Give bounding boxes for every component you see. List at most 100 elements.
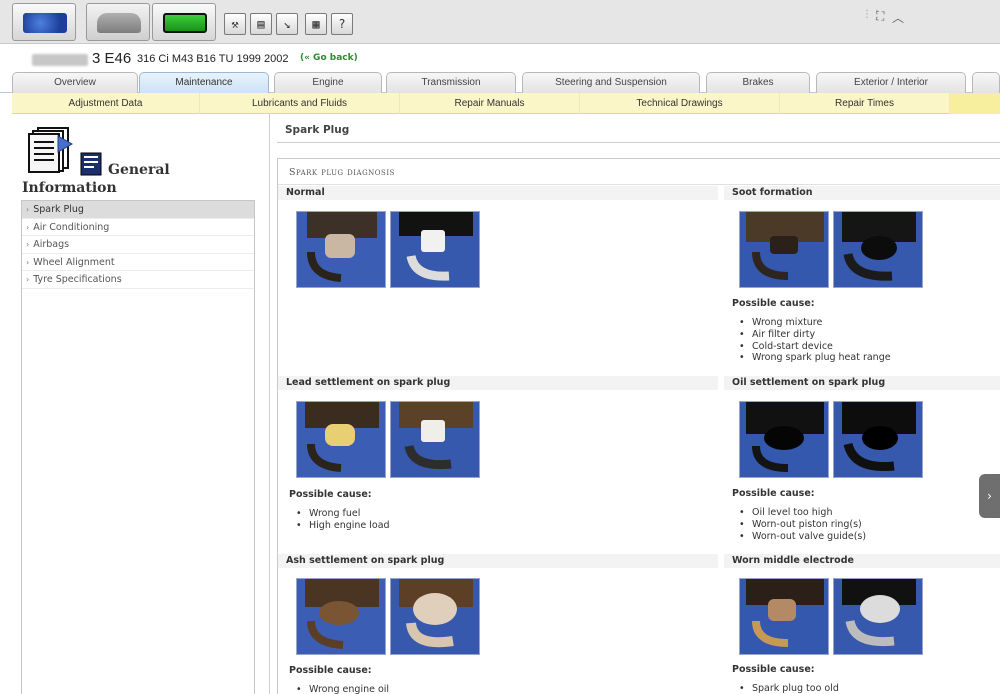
- section-title-ash: Ash settlement on spark plug: [278, 554, 718, 568]
- cause-item: Oil level too high: [737, 507, 866, 519]
- spark-plug-photo: [390, 211, 480, 288]
- topic-tyre-specifications[interactable]: › Tyre Specifications: [22, 271, 254, 289]
- cause-list-oil: Oil level too high Worn-out piston ring(…: [737, 507, 866, 542]
- section-title-oil: Oil settlement on spark plug: [724, 376, 1000, 390]
- module-car-button[interactable]: [86, 3, 150, 41]
- spark-plug-photo: [833, 211, 923, 288]
- chevron-right-icon: ›: [26, 222, 30, 232]
- go-back-link[interactable]: (« Go back): [300, 53, 358, 63]
- sidebar-heading: General: [108, 162, 170, 178]
- cause-item: Worn-out valve guide(s): [737, 531, 866, 543]
- tools-button[interactable]: ⚒: [224, 13, 246, 35]
- spark-plug-photo: [296, 578, 386, 655]
- cause-item: Wrong mixture: [737, 317, 891, 329]
- tab-maintenance[interactable]: Maintenance: [139, 72, 269, 93]
- spark-plug-photo: [296, 401, 386, 478]
- documents-icon: ▤: [257, 17, 265, 31]
- subtab-repair-times[interactable]: Repair Times: [780, 93, 950, 114]
- title-divider: [277, 142, 1000, 143]
- topic-spark-plug[interactable]: › Spark Plug: [22, 201, 254, 219]
- cause-list-ash: Wrong engine oil: [294, 684, 389, 694]
- spark-plug-photo: [390, 401, 480, 478]
- toolbar: ⚒ ▤ ↘ ▦ ? ⋮⋮ ⛶ ︿: [0, 0, 1000, 44]
- topic-list: › Spark Plug › Air Conditioning › Airbags ›…: [21, 200, 255, 694]
- cause-item: Air filter dirty: [737, 329, 891, 341]
- cause-item: Worn-out piston ring(s): [737, 519, 866, 531]
- section-title-normal: Normal: [278, 186, 718, 200]
- module-battery-button[interactable]: [152, 3, 216, 41]
- spark-plug-photo: [739, 401, 829, 478]
- spark-plug-photo: [739, 211, 829, 288]
- possible-cause-label: Possible cause:: [732, 298, 815, 309]
- cause-item: Cold-start device: [737, 341, 891, 353]
- chevron-right-icon: ›: [26, 205, 30, 214]
- doc-heading: Spark plug diagnosis: [278, 167, 1000, 185]
- chevron-right-icon: ›: [26, 240, 30, 249]
- tab-overview[interactable]: Overview: [12, 72, 138, 93]
- tab-more[interactable]: [972, 72, 1000, 93]
- section-title-worn-electrode: Worn middle electrode: [724, 554, 1000, 568]
- tab-steering-suspension[interactable]: Steering and Suspension: [522, 72, 700, 93]
- section-title-lead: Lead settlement on spark plug: [278, 376, 718, 390]
- module-map-button[interactable]: [12, 3, 76, 41]
- subtab-technical-drawings[interactable]: Technical Drawings: [580, 93, 780, 114]
- possible-cause-label: Possible cause:: [289, 489, 372, 500]
- spark-plug-photo: [390, 578, 480, 655]
- cause-item: Wrong spark plug heat range: [737, 352, 891, 364]
- vehicle-header: 3 E46 316 Ci M43 B16 TU 1999 2002 (« Go …: [0, 44, 1000, 72]
- tab-brakes[interactable]: Brakes: [706, 72, 810, 93]
- content-area: Spark Plug Spark plug diagnosis Normal S…: [271, 114, 1000, 694]
- sidebar-heading-2: Information: [22, 180, 117, 196]
- chevron-right-icon: ›: [26, 257, 30, 267]
- cause-list-soot: Wrong mixture Air filter dirty Cold-star…: [737, 317, 891, 364]
- brand-redacted: [32, 54, 88, 66]
- cause-item: Wrong engine oil: [294, 684, 389, 694]
- diagram-button[interactable]: ↘: [276, 13, 298, 35]
- diagnosis-document: Spark plug diagnosis Normal Soot formati…: [277, 158, 1000, 694]
- spark-plug-photo: [296, 211, 386, 288]
- manual-icon: [80, 152, 102, 176]
- subtab-spacer: [950, 93, 1000, 114]
- module-car-icon: [97, 13, 141, 33]
- cause-list-lead: Wrong fuel High engine load: [294, 508, 390, 532]
- section-title-soot: Soot formation: [724, 186, 1000, 200]
- collapse-icon[interactable]: ︿: [892, 9, 904, 26]
- side-panel-toggle[interactable]: ›: [979, 474, 1000, 518]
- cause-item: Spark plug too old: [737, 683, 839, 694]
- subtab-repair-manuals[interactable]: Repair Manuals: [400, 93, 580, 114]
- help-button[interactable]: ?: [331, 13, 353, 35]
- topic-airbags[interactable]: › Airbags: [22, 236, 254, 254]
- module-map-icon: [23, 13, 67, 33]
- main-tabs: Overview Maintenance Engine Transmission…: [0, 72, 1000, 93]
- expand-icon[interactable]: ⛶: [876, 9, 884, 24]
- possible-cause-label: Possible cause:: [732, 664, 815, 675]
- documents-button[interactable]: ▤: [250, 13, 272, 35]
- topic-air-conditioning[interactable]: › Air Conditioning: [22, 219, 254, 236]
- page-title: Spark Plug: [285, 124, 350, 136]
- possible-cause-label: Possible cause:: [732, 488, 815, 499]
- vehicle-detail: 316 Ci M43 B16 TU 1999 2002: [137, 53, 289, 65]
- diagram-icon: ↘: [283, 17, 291, 31]
- subtab-lubricants-fluids[interactable]: Lubricants and Fluids: [200, 93, 400, 114]
- tab-exterior-interior[interactable]: Exterior / Interior: [816, 72, 966, 93]
- module-battery-icon: [163, 13, 207, 33]
- possible-cause-label: Possible cause:: [289, 665, 372, 676]
- tab-transmission[interactable]: Transmission: [386, 72, 516, 93]
- cause-list-worn-electrode: Spark plug too old: [737, 683, 839, 694]
- calculator-icon: ▦: [312, 17, 320, 31]
- cause-item: High engine load: [294, 520, 390, 532]
- spark-plug-photo: [833, 401, 923, 478]
- tab-engine[interactable]: Engine: [274, 72, 382, 93]
- chevron-right-icon: ›: [26, 275, 30, 284]
- subtab-adjustment-data[interactable]: Adjustment Data: [12, 93, 200, 114]
- topic-wheel-alignment[interactable]: › Wheel Alignment: [22, 254, 254, 271]
- spark-plug-photo: [833, 578, 923, 655]
- sub-tabs: Adjustment Data Lubricants and Fluids Re…: [12, 93, 1000, 114]
- sidebar: General Information › Spark Plug › Air Con…: [12, 114, 270, 694]
- vehicle-model: 3 E46: [92, 50, 132, 67]
- calculator-button[interactable]: ▦: [305, 13, 327, 35]
- cause-item: Wrong fuel: [294, 508, 390, 520]
- book-icon: [28, 127, 74, 173]
- tools-icon: ⚒: [231, 17, 239, 31]
- help-icon: ?: [338, 17, 346, 31]
